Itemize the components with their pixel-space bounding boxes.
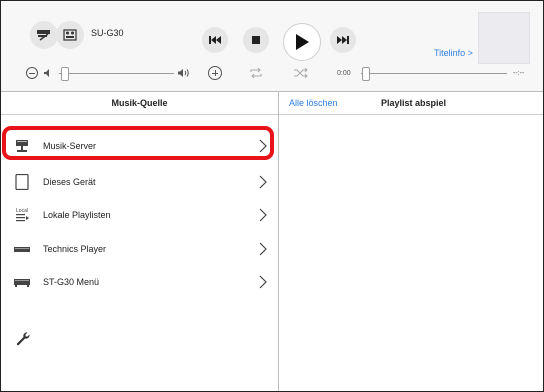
- playlist-title: Playlist abspiel: [381, 98, 447, 108]
- speaker-loud-icon: [178, 69, 189, 77]
- skip-previous-icon: [209, 36, 221, 44]
- clear-all-button[interactable]: Alle löschen: [289, 98, 338, 108]
- device-select-button[interactable]: [30, 21, 58, 49]
- progress-slider-track[interactable]: [361, 73, 507, 74]
- volume-slider-thumb[interactable]: [61, 67, 69, 81]
- stop-icon: [252, 36, 260, 44]
- amplifier-icon: [63, 29, 77, 41]
- chevron-right-icon: [259, 208, 267, 222]
- playlist-panel: Alle löschen Playlist abspiel: [279, 92, 543, 391]
- volume-up-button[interactable]: [208, 66, 222, 80]
- next-button[interactable]: [330, 27, 356, 53]
- source-item-this-device[interactable]: Dieses Gerät: [1, 166, 278, 199]
- volume-down-button[interactable]: [26, 67, 38, 79]
- playlist-header: Alle löschen Playlist abspiel: [279, 92, 543, 115]
- local-playlist-icon: Local: [16, 208, 29, 222]
- source-item-label: ST-G30 Menü: [43, 277, 100, 287]
- skip-next-icon: [337, 36, 349, 44]
- chevron-right-icon: [259, 175, 267, 189]
- local-icon-text: Local: [16, 208, 28, 214]
- player-device-icon: [14, 247, 30, 252]
- device-select-icon: [37, 30, 50, 41]
- play-icon: [296, 34, 309, 50]
- player-control-bar: SU-G30 Titelinfo > 0:00 --:--: [1, 1, 543, 92]
- source-item-local-playlists[interactable]: Local Lokale Playlisten: [1, 199, 278, 232]
- chevron-right-icon: [259, 242, 267, 256]
- source-item-label: Dieses Gerät: [43, 177, 96, 187]
- source-item-technics-player[interactable]: Technics Player: [1, 233, 278, 266]
- speaker-mute-icon: [44, 69, 49, 77]
- repeat-icon[interactable]: [249, 68, 263, 78]
- highlight-frame: [2, 126, 274, 160]
- source-item-st-g30-menu[interactable]: ST-G30 Menü: [1, 266, 278, 299]
- music-source-title: Musik-Quelle: [1, 92, 278, 115]
- elapsed-time: 0:00: [337, 70, 351, 77]
- minus-icon: [29, 72, 35, 74]
- titelinfo-link[interactable]: Titelinfo >: [434, 48, 473, 58]
- device-name: SU-G30: [91, 28, 124, 38]
- play-button[interactable]: [283, 23, 321, 61]
- st-g30-device-icon: [14, 279, 30, 287]
- progress-slider-thumb[interactable]: [362, 67, 370, 81]
- tablet-icon: [15, 174, 29, 190]
- app-window: SU-G30 Titelinfo > 0:00 --:-- Musik-Quel…: [0, 0, 544, 392]
- volume-slider-track[interactable]: [59, 73, 174, 74]
- previous-button[interactable]: [202, 27, 228, 53]
- plus-icon-v: [214, 70, 216, 76]
- stop-button[interactable]: [243, 27, 269, 53]
- source-item-label: Technics Player: [43, 244, 107, 254]
- album-art: [478, 12, 530, 64]
- chevron-right-icon: [259, 275, 267, 289]
- source-item-label: Lokale Playlisten: [43, 210, 111, 220]
- wrench-settings-icon[interactable]: [15, 331, 31, 347]
- shuffle-icon[interactable]: [294, 68, 308, 78]
- device-info-button[interactable]: [56, 21, 84, 49]
- music-source-panel: Musik-Quelle Musik-Server Dieses Gerät L…: [1, 92, 279, 391]
- remaining-time: --:--: [513, 70, 525, 77]
